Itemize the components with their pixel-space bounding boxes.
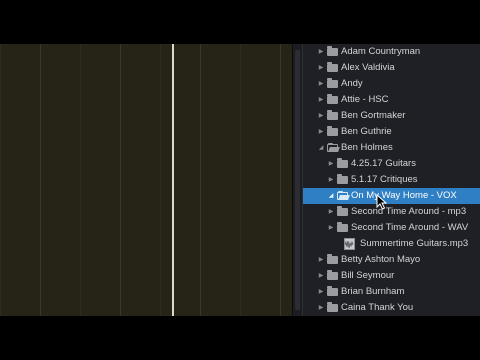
item-label: 4.25.17 Guitars [351, 158, 416, 169]
collapse-arrow-icon[interactable]: ◢ [317, 140, 325, 156]
collapse-arrow-icon[interactable]: ◢ [327, 188, 335, 204]
item-label: Attie - HSC [341, 94, 389, 105]
item-label: Ben Guthrie [341, 126, 392, 137]
folder-open-icon [327, 143, 338, 152]
folder-icon [327, 126, 338, 136]
file-item[interactable]: Summertime Guitars.mp3 [303, 236, 480, 252]
grid-line [280, 44, 281, 316]
top-letterbox [0, 0, 480, 44]
folder-icon [327, 62, 338, 72]
folder-item[interactable]: ▶ Ben Gortmaker [303, 108, 480, 124]
item-label: Second Time Around - WAV [351, 222, 469, 233]
arrange-timeline[interactable] [0, 44, 292, 316]
expand-arrow-icon[interactable]: ▶ [317, 108, 325, 124]
expand-arrow-icon[interactable]: ▶ [327, 172, 335, 188]
folder-icon [337, 206, 348, 216]
expand-arrow-icon[interactable]: ▶ [317, 124, 325, 140]
item-label: Betty Ashton Mayo [341, 254, 421, 265]
bottom-letterbox [0, 316, 480, 360]
expand-arrow-icon[interactable]: ▶ [327, 204, 335, 220]
folder-item[interactable]: ▶ Adam Countryman [303, 44, 480, 60]
folder-item[interactable]: ▶ Attie - HSC [303, 92, 480, 108]
scrollbar-thumb[interactable] [295, 50, 300, 310]
item-label: Second Time Around - mp3 [351, 206, 467, 217]
folder-icon [337, 222, 348, 232]
folder-item[interactable]: ▶ Second Time Around - mp3 [303, 204, 480, 220]
item-label: Bill Seymour [341, 270, 395, 281]
folder-item[interactable]: ▶ Ben Guthrie [303, 124, 480, 140]
item-label: 5.1.17 Critiques [351, 174, 418, 185]
folder-item[interactable]: ▶ Alex Valdivia [303, 60, 480, 76]
item-label: Summertime Guitars.mp3 [360, 238, 469, 249]
mouse-pointer-icon [376, 194, 388, 210]
expand-arrow-icon[interactable]: ▶ [317, 252, 325, 268]
folder-item[interactable]: ▶ 5.1.17 Critiques [303, 172, 480, 188]
folder-icon [327, 94, 338, 104]
folder-item[interactable]: ▶ 4.25.17 Guitars [303, 156, 480, 172]
folder-icon [327, 286, 338, 296]
folder-item[interactable]: ▶ Andy [303, 76, 480, 92]
item-label: Ben Holmes [341, 142, 393, 153]
expand-arrow-icon[interactable]: ▶ [327, 156, 335, 172]
item-label: Ben Gortmaker [341, 110, 406, 121]
folder-item[interactable]: ▶ Betty Ashton Mayo [303, 252, 480, 268]
grid-line [120, 44, 121, 316]
file-browser-tree[interactable]: ▶ Adam Countryman ▶ Alex Valdivia ▶ Andy ▶ Atti… [303, 44, 480, 316]
folder-icon [337, 158, 348, 168]
expand-arrow-icon[interactable]: ▶ [317, 300, 325, 316]
folder-icon [327, 270, 338, 280]
playhead-cursor[interactable] [172, 44, 174, 316]
folder-item[interactable]: ◢ On My Way Home - VOX [303, 188, 480, 204]
folder-item[interactable]: ▶ Bill Seymour [303, 268, 480, 284]
folder-item[interactable]: ▶ Brian Burnham [303, 284, 480, 300]
expand-arrow-icon[interactable]: ▶ [317, 44, 325, 60]
expand-arrow-icon[interactable]: ▶ [317, 76, 325, 92]
grid-line [200, 44, 201, 316]
folder-icon [327, 110, 338, 120]
expand-arrow-icon[interactable]: ▶ [317, 60, 325, 76]
expand-arrow-icon[interactable]: ▶ [317, 268, 325, 284]
folder-item[interactable]: ▶ Caina Thank You [303, 300, 480, 316]
folder-icon [327, 78, 338, 88]
item-label: On My Way Home - VOX [351, 190, 457, 201]
item-label: Alex Valdivia [341, 62, 395, 73]
folder-icon [327, 254, 338, 264]
timeline-scrollbar[interactable] [292, 44, 303, 316]
expand-arrow-icon[interactable]: ▶ [317, 92, 325, 108]
folder-icon [327, 302, 338, 312]
audio-file-icon [344, 238, 355, 250]
folder-item[interactable]: ▶ Second Time Around - WAV [303, 220, 480, 236]
expand-arrow-icon[interactable]: ▶ [327, 220, 335, 236]
item-label: Andy [341, 78, 363, 89]
expand-arrow-icon[interactable]: ▶ [317, 284, 325, 300]
folder-icon [327, 46, 338, 56]
folder-open-icon [337, 191, 348, 200]
folder-item[interactable]: ◢ Ben Holmes [303, 140, 480, 156]
item-label: Brian Burnham [341, 286, 405, 297]
folder-icon [337, 174, 348, 184]
item-label: Caina Thank You [341, 302, 414, 313]
grid-line [40, 44, 41, 316]
item-label: Adam Countryman [341, 46, 421, 57]
